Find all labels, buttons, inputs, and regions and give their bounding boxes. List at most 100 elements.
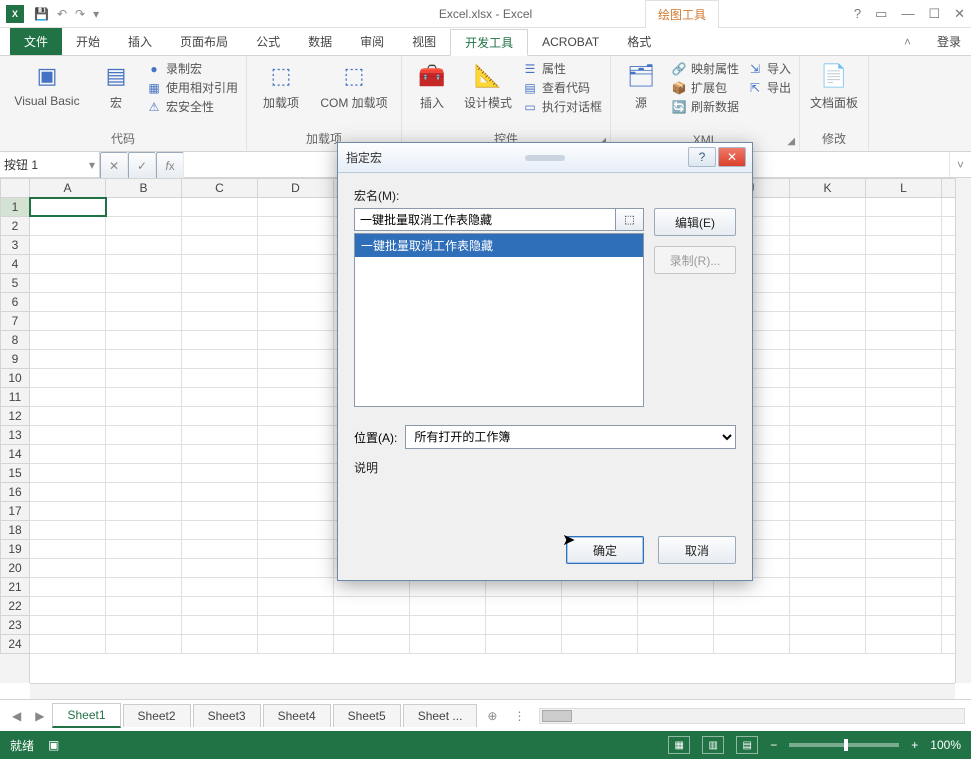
row-header[interactable]: 15 [0, 464, 29, 483]
dialog-close-button[interactable]: ✕ [718, 147, 746, 167]
tab-视图[interactable]: 视图 [398, 28, 450, 55]
cell[interactable] [182, 312, 258, 330]
addins-button[interactable]: ⬚加载项 [255, 60, 307, 111]
cell[interactable] [30, 616, 106, 634]
cell[interactable] [30, 369, 106, 387]
cell[interactable] [30, 521, 106, 539]
cell[interactable] [790, 464, 866, 482]
cell[interactable] [866, 388, 942, 406]
dialog-help-button[interactable]: ? [688, 147, 716, 167]
cell[interactable] [30, 559, 106, 577]
cell[interactable] [258, 236, 334, 254]
cell[interactable] [638, 635, 714, 653]
edit-button[interactable]: 编辑(E) [654, 208, 736, 236]
cell[interactable] [866, 217, 942, 235]
cell[interactable] [106, 483, 182, 501]
cell[interactable] [106, 388, 182, 406]
cell[interactable] [258, 464, 334, 482]
cell[interactable] [866, 616, 942, 634]
horizontal-scrollbar[interactable] [539, 708, 965, 724]
row-header[interactable]: 11 [0, 388, 29, 407]
insert-control-button[interactable]: 🧰插入 [410, 60, 454, 111]
cell[interactable] [258, 521, 334, 539]
cell[interactable] [30, 388, 106, 406]
cell[interactable] [790, 369, 866, 387]
cell[interactable] [182, 293, 258, 311]
cell[interactable] [258, 274, 334, 292]
cell[interactable] [790, 388, 866, 406]
cell[interactable] [334, 635, 410, 653]
row-header[interactable]: 24 [0, 635, 29, 654]
cell[interactable] [30, 350, 106, 368]
fx-icon[interactable]: fx [156, 152, 184, 180]
contextual-tab-drawing[interactable]: 绘图工具 [645, 0, 719, 28]
map-properties-button[interactable]: 🔗映射属性 [671, 60, 739, 77]
row-header[interactable]: 21 [0, 578, 29, 597]
cell[interactable] [106, 255, 182, 273]
cell[interactable] [30, 597, 106, 615]
row-header[interactable]: 23 [0, 616, 29, 635]
cell[interactable] [182, 255, 258, 273]
column-header[interactable]: D [258, 179, 334, 197]
tab-审阅[interactable]: 审阅 [346, 28, 398, 55]
cell[interactable] [258, 293, 334, 311]
enter-formula-icon[interactable]: ✓ [128, 152, 156, 180]
cell[interactable] [182, 540, 258, 558]
cell[interactable] [30, 255, 106, 273]
cell[interactable] [258, 445, 334, 463]
document-panel-button[interactable]: 📄文档面板 [808, 60, 860, 111]
cell[interactable] [182, 331, 258, 349]
cell[interactable] [182, 369, 258, 387]
cell[interactable] [106, 312, 182, 330]
cell[interactable] [866, 198, 942, 216]
cell[interactable] [182, 635, 258, 653]
cell[interactable] [106, 445, 182, 463]
cell[interactable] [258, 369, 334, 387]
cell[interactable] [866, 331, 942, 349]
tab-公式[interactable]: 公式 [242, 28, 294, 55]
cell[interactable] [866, 559, 942, 577]
cell[interactable] [258, 635, 334, 653]
cell[interactable] [106, 407, 182, 425]
cell[interactable] [182, 217, 258, 235]
cell[interactable] [182, 198, 258, 216]
cell[interactable] [182, 483, 258, 501]
cell[interactable] [30, 217, 106, 235]
cell[interactable] [106, 540, 182, 558]
sheet-tab[interactable]: Sheet1 [52, 703, 120, 728]
row-header[interactable]: 20 [0, 559, 29, 578]
cell[interactable] [258, 198, 334, 216]
cell[interactable] [182, 616, 258, 634]
row-header[interactable]: 9 [0, 350, 29, 369]
column-header[interactable]: A [30, 179, 106, 197]
view-code-button[interactable]: ▤查看代码 [522, 79, 602, 96]
cell[interactable] [866, 483, 942, 501]
cell[interactable] [106, 369, 182, 387]
cell[interactable] [106, 236, 182, 254]
cell[interactable] [790, 255, 866, 273]
cell[interactable] [106, 331, 182, 349]
cell[interactable] [866, 540, 942, 558]
column-header[interactable]: B [106, 179, 182, 197]
cell[interactable] [866, 426, 942, 444]
cell[interactable] [790, 521, 866, 539]
cell[interactable] [30, 445, 106, 463]
cell[interactable] [334, 616, 410, 634]
page-layout-view-button[interactable]: ▥ [702, 736, 724, 754]
cell[interactable] [714, 597, 790, 615]
tab-开始[interactable]: 开始 [62, 28, 114, 55]
use-relative-ref-button[interactable]: ▦使用相对引用 [146, 79, 238, 96]
hscroll-thumb[interactable] [542, 710, 572, 722]
cell[interactable] [714, 616, 790, 634]
cell[interactable] [866, 445, 942, 463]
cell[interactable] [182, 502, 258, 520]
collapse-ribbon-icon[interactable]: ˄ [904, 35, 911, 49]
cell[interactable] [106, 559, 182, 577]
sheet-tab[interactable]: Sheet3 [193, 704, 261, 727]
macros-button[interactable]: ▤ 宏 [94, 60, 138, 111]
cell[interactable] [182, 407, 258, 425]
cell[interactable] [30, 274, 106, 292]
cell[interactable] [106, 350, 182, 368]
tab-数据[interactable]: 数据 [294, 28, 346, 55]
sheet-tab[interactable]: Sheet5 [333, 704, 401, 727]
